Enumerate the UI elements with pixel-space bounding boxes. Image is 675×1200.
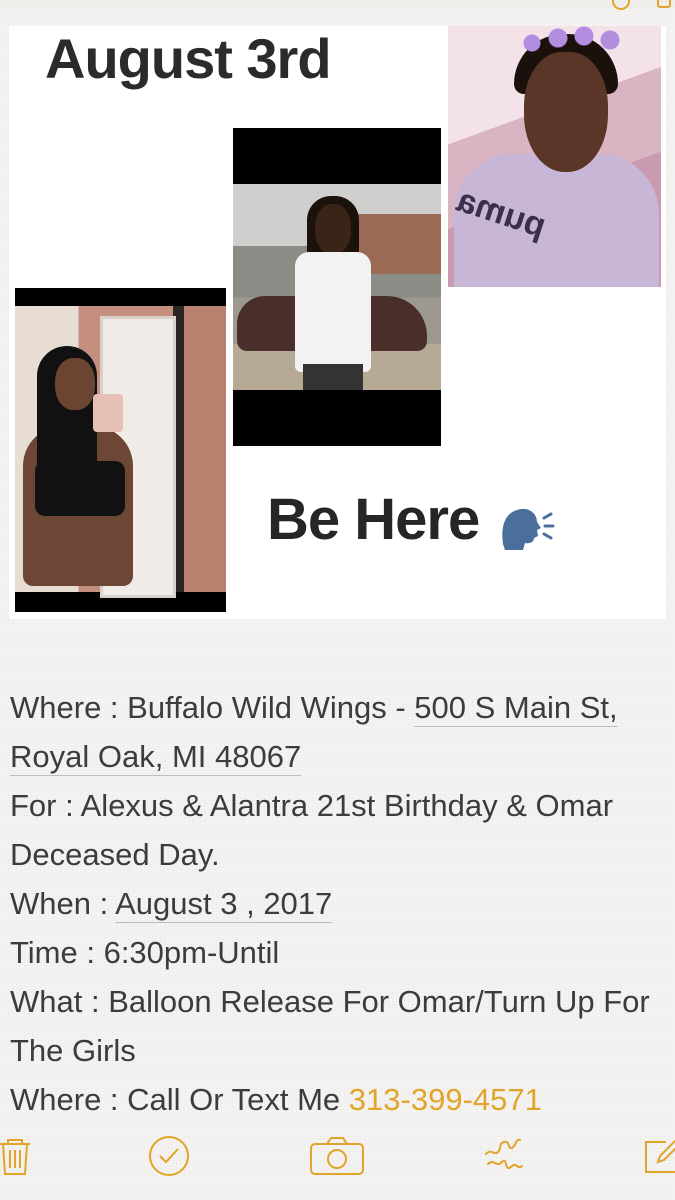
flower-crown-icon <box>522 26 632 60</box>
note-line-what: What : Balloon Release For Omar/Turn Up … <box>10 984 650 1068</box>
checklist-icon[interactable] <box>147 1134 191 1178</box>
done-icon[interactable] <box>657 0 671 8</box>
sketch-icon[interactable] <box>482 1134 526 1178</box>
date-link[interactable]: August 3 , 2017 <box>115 886 332 921</box>
speaking-head-icon <box>497 497 555 550</box>
flyer-title: August 3rd <box>45 27 332 90</box>
note-line-contact: Where : Call Or Text Me 313-399-4571 <box>10 1082 542 1117</box>
slogan: Be Here <box>267 486 555 553</box>
camera-icon[interactable] <box>308 1134 366 1178</box>
note-line-where: Where : Buffalo Wild Wings - 500 S Main … <box>10 690 618 774</box>
photo-woman-hoodie: puma <box>448 26 661 287</box>
note-line-when: When : August 3 , 2017 <box>10 886 333 921</box>
trash-icon[interactable] <box>0 1134 38 1178</box>
notes-toolbar <box>0 1126 675 1200</box>
photo-woman-selfie <box>15 288 226 612</box>
note-line-time: Time : 6:30pm-Until <box>10 935 280 970</box>
slogan-text: Be Here <box>267 487 480 552</box>
photo-man <box>233 128 441 446</box>
note-line-for: For : Alexus & Alantra 21st Birthday & O… <box>10 788 614 872</box>
compose-icon[interactable] <box>640 1134 675 1178</box>
top-edge <box>0 0 675 8</box>
phone-link[interactable]: 313-399-4571 <box>349 1082 542 1117</box>
note-body[interactable]: Where : Buffalo Wild Wings - 500 S Main … <box>10 683 670 1124</box>
flyer-image: August 3rd puma Be Here <box>9 26 666 619</box>
